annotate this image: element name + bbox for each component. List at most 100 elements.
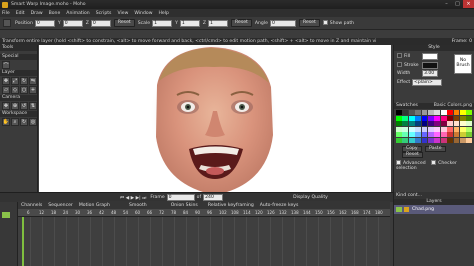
paste-button[interactable]: Paste	[425, 145, 446, 152]
fill-color-well[interactable]	[422, 53, 438, 60]
orbit-workspace-icon[interactable]: ◎	[29, 118, 37, 126]
swatch[interactable]	[421, 137, 428, 143]
bone-tool-icon[interactable]: ⌒	[2, 61, 10, 69]
menu-file[interactable]: File	[2, 11, 10, 16]
transform-layer-icon[interactable]	[3, 19, 11, 27]
swatch[interactable]	[427, 137, 434, 143]
track-camera-icon[interactable]: ✥	[2, 102, 10, 110]
swatch[interactable]	[466, 126, 473, 132]
tab-motion-graph[interactable]: Motion Graph	[76, 203, 113, 208]
play-icon[interactable]: ▶	[131, 196, 135, 201]
pan-tilt-icon[interactable]: ⇅	[29, 102, 37, 110]
set-origin-icon[interactable]: +	[29, 86, 37, 94]
swatch[interactable]	[434, 110, 441, 115]
swatch[interactable]	[427, 110, 434, 115]
swatch[interactable]	[415, 132, 421, 138]
swatch[interactable]	[459, 132, 466, 138]
reset-position-button[interactable]: Reset	[113, 19, 135, 27]
swatch[interactable]	[447, 126, 453, 132]
scale-y-field[interactable]: 1	[179, 19, 200, 27]
swatch[interactable]	[421, 121, 428, 127]
menu-help[interactable]: Help	[158, 11, 168, 16]
swatch[interactable]	[434, 132, 441, 138]
tab-sequencer[interactable]: Sequencer	[45, 203, 76, 208]
swatch[interactable]	[427, 132, 434, 138]
swatch[interactable]	[453, 132, 460, 138]
swatch[interactable]	[434, 137, 441, 143]
scale-x-field[interactable]: 1	[152, 19, 173, 27]
swatch[interactable]	[459, 126, 466, 132]
swatch[interactable]	[408, 121, 415, 127]
swatch[interactable]	[427, 126, 434, 132]
scale-layer-icon[interactable]: ⤢	[11, 77, 19, 85]
rotate-layer-icon[interactable]: ↻	[20, 77, 28, 85]
swatch[interactable]	[453, 137, 460, 143]
reset-scale-button[interactable]: Reset	[231, 19, 252, 27]
zoom-camera-icon[interactable]: ⊕	[11, 102, 19, 110]
pan-workspace-icon[interactable]: ✋	[2, 118, 10, 126]
shear-layer-icon[interactable]: ▱	[2, 86, 10, 94]
swatch[interactable]	[396, 126, 402, 132]
swatch[interactable]	[396, 110, 402, 115]
translate-layer-icon[interactable]: ✥	[2, 77, 10, 85]
auto-freeze-checkbox[interactable]: Auto-freeze keys	[260, 203, 299, 208]
swatch[interactable]	[453, 110, 460, 115]
kind-filter[interactable]: Kind cont...	[394, 192, 474, 199]
swatch[interactable]	[415, 126, 421, 132]
swatch[interactable]	[466, 137, 473, 143]
stroke-checkbox[interactable]	[397, 62, 402, 67]
frame-field[interactable]: 0	[166, 194, 195, 201]
swatch[interactable]	[466, 121, 473, 127]
swatch[interactable]	[408, 126, 415, 132]
display-quality-button[interactable]: Display Quality	[293, 195, 328, 200]
fast-forward-icon[interactable]: ⏭	[142, 196, 146, 201]
swatch[interactable]	[466, 132, 473, 138]
swatch[interactable]	[408, 137, 415, 143]
swatch[interactable]	[434, 126, 441, 132]
width-field[interactable]: 3.00	[422, 70, 438, 77]
swatch[interactable]	[453, 115, 460, 121]
effect-dropdown[interactable]: <plain>	[412, 79, 442, 86]
swatch[interactable]	[408, 110, 415, 115]
swatch-grid[interactable]	[394, 109, 474, 144]
brush-button[interactable]: No Brush	[454, 54, 472, 74]
step-back-icon[interactable]: ◀	[126, 196, 130, 201]
swatch[interactable]	[427, 115, 434, 121]
swatch[interactable]	[421, 132, 428, 138]
swatch[interactable]	[396, 137, 402, 143]
close-icon[interactable]: ×	[463, 0, 474, 8]
swatch[interactable]	[415, 115, 421, 121]
zoom-workspace-icon[interactable]: ⌕	[11, 118, 19, 126]
swatch[interactable]	[466, 110, 473, 115]
position-x-field[interactable]: 0	[34, 19, 55, 27]
tab-channels[interactable]: Channels	[18, 203, 45, 208]
relative-keyframing-checkbox[interactable]: Relative keyframing	[208, 203, 254, 208]
roll-camera-icon[interactable]: ↺	[20, 102, 28, 110]
swatch[interactable]	[440, 110, 447, 115]
swatch[interactable]	[402, 110, 409, 115]
swatch[interactable]	[415, 110, 421, 115]
swatch[interactable]	[459, 115, 466, 121]
visibility-icon[interactable]	[404, 207, 409, 212]
smooth-dropdown[interactable]: Smooth	[129, 203, 147, 208]
swatch[interactable]	[447, 137, 453, 143]
swatch[interactable]	[453, 121, 460, 127]
swatch[interactable]	[421, 126, 428, 132]
swatch[interactable]	[459, 121, 466, 127]
scale-z-field[interactable]: 1	[208, 19, 229, 27]
fill-checkbox[interactable]	[397, 53, 402, 58]
swatch[interactable]	[434, 115, 441, 121]
menu-animation[interactable]: Animation	[66, 11, 89, 16]
swatch[interactable]	[440, 115, 447, 121]
swatch[interactable]	[447, 121, 453, 127]
stroke-color-well[interactable]	[422, 62, 438, 69]
swatch[interactable]	[447, 115, 453, 121]
swatch[interactable]	[408, 132, 415, 138]
swatch[interactable]	[402, 126, 409, 132]
layer-channel-icon[interactable]	[2, 212, 10, 218]
rewind-icon[interactable]: ⏮	[120, 196, 124, 201]
swatch[interactable]	[434, 121, 441, 127]
swatch[interactable]	[440, 137, 447, 143]
flip-layer-icon[interactable]: ⇋	[29, 77, 37, 85]
layer-row-chad[interactable]: Chad.png	[394, 205, 474, 214]
